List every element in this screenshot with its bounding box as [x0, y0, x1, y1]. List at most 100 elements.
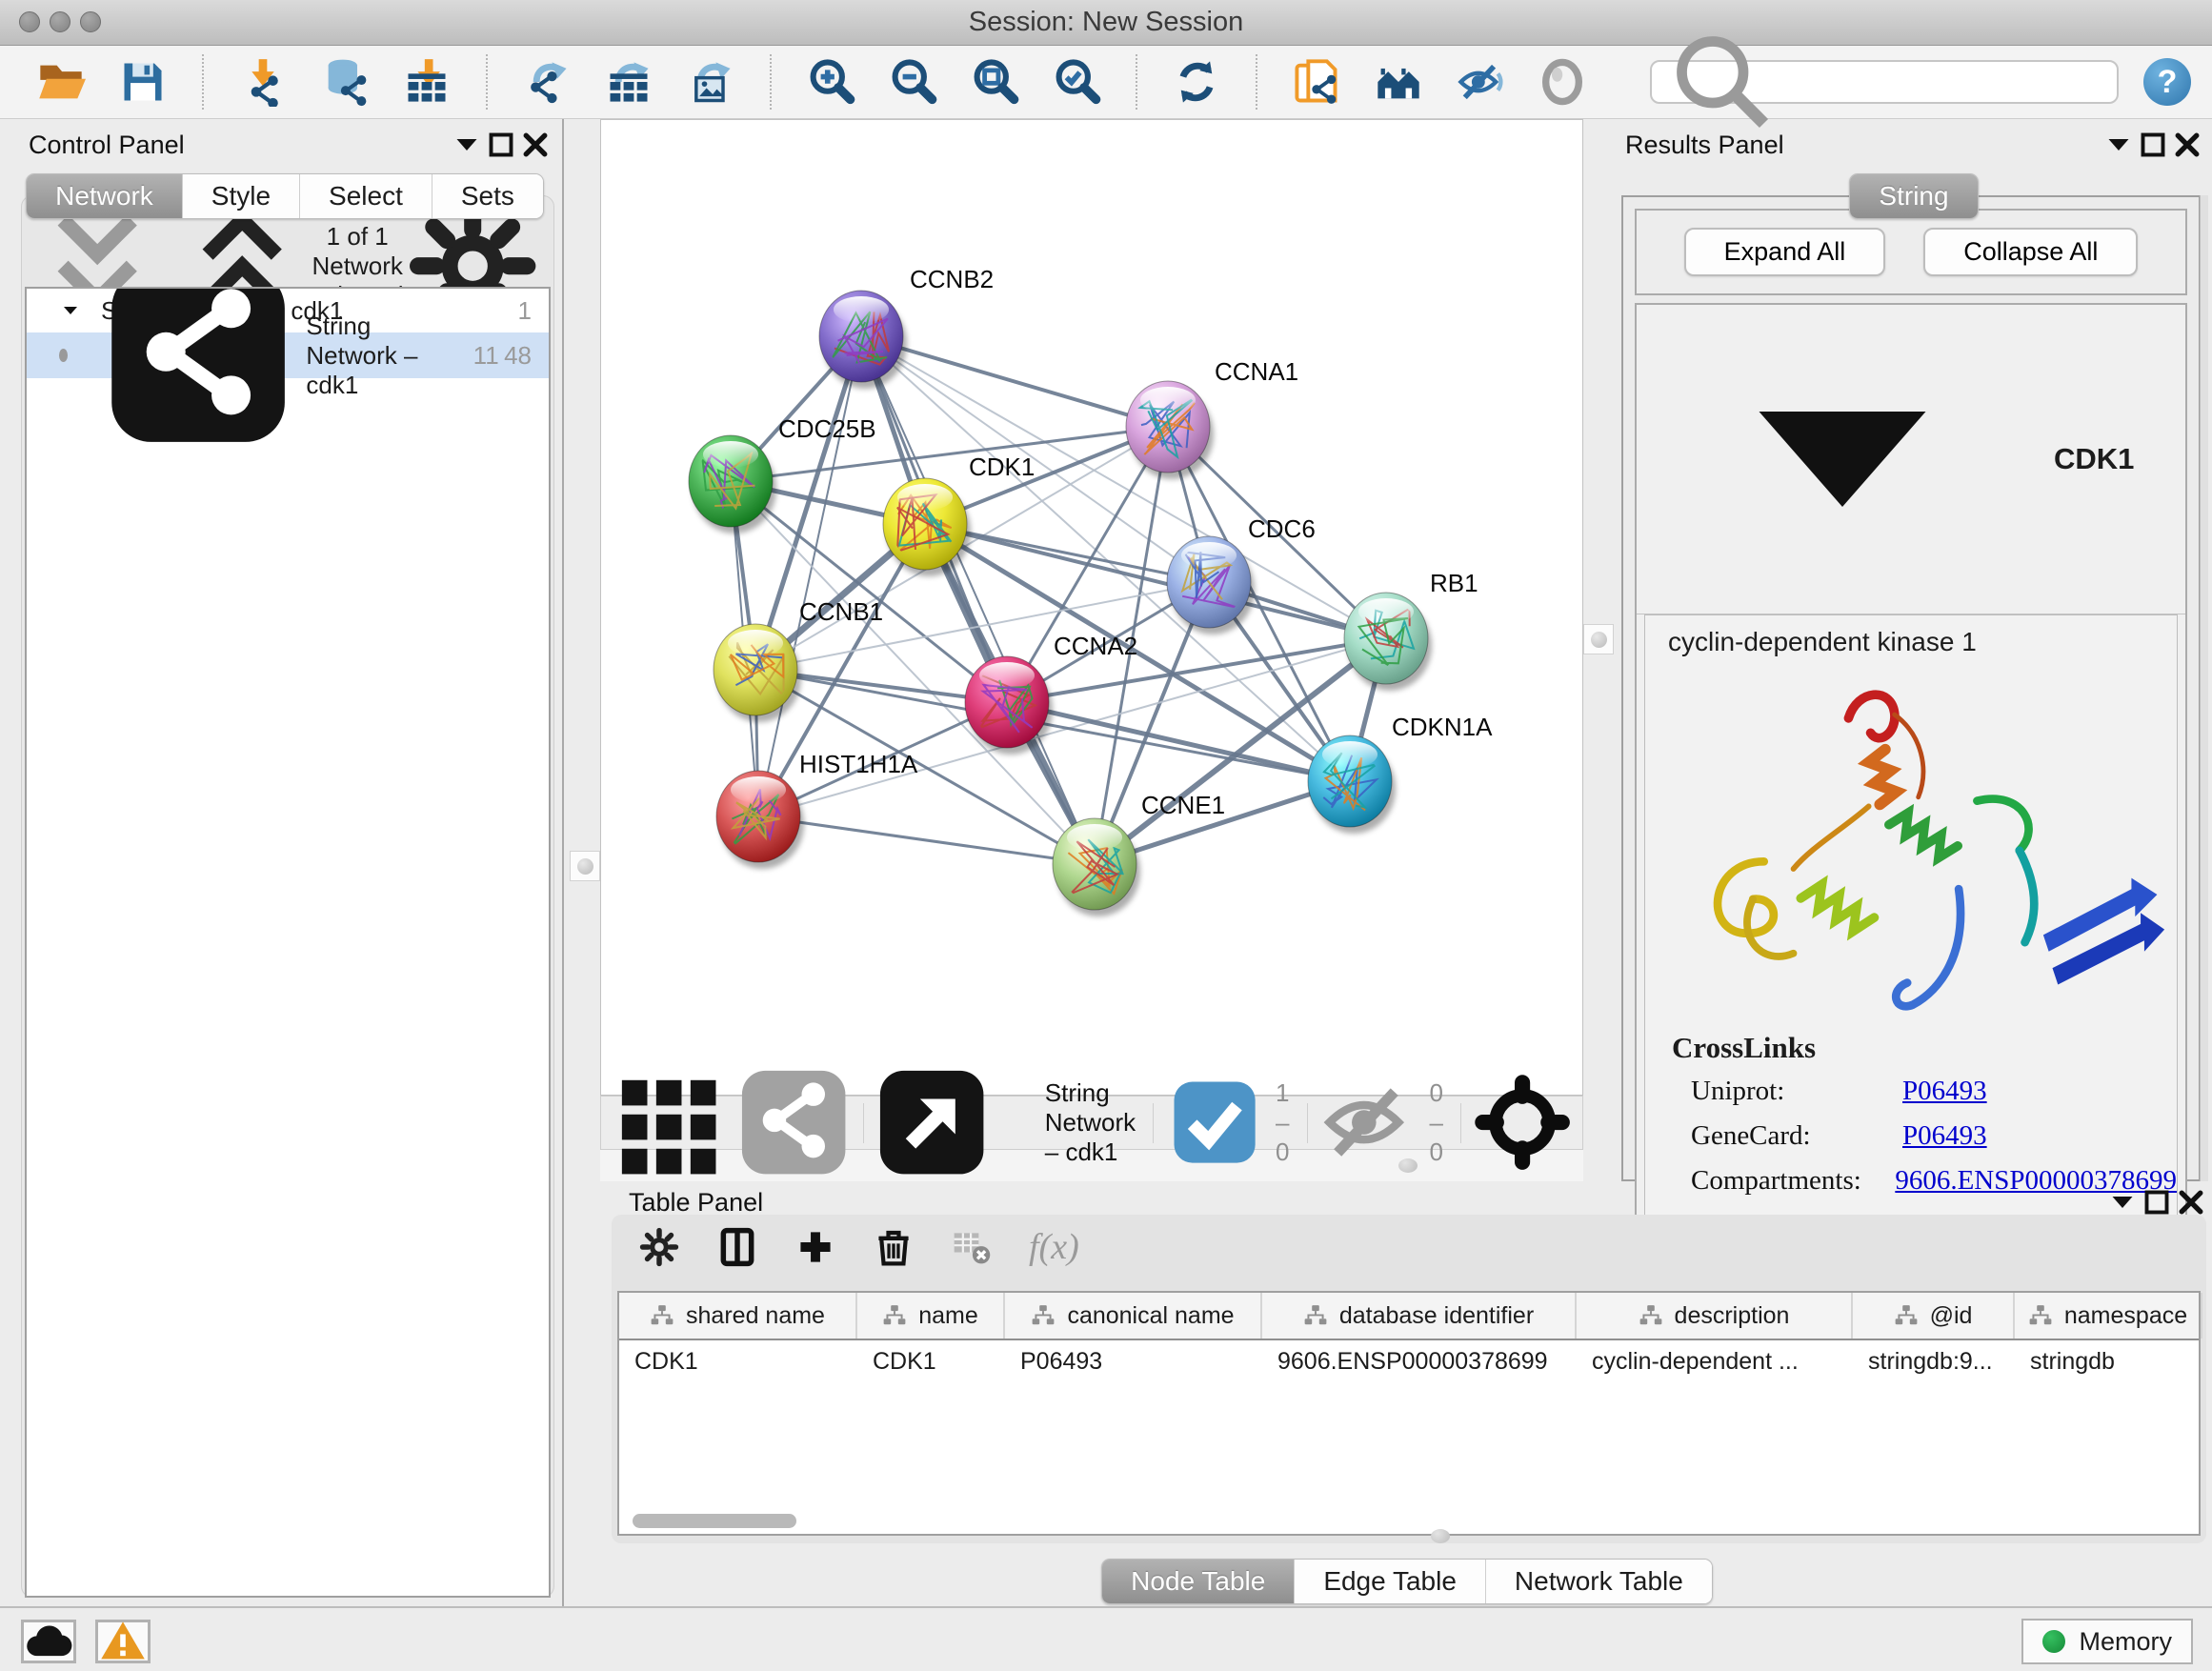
open-folder-icon[interactable]: [34, 55, 88, 109]
tab-string[interactable]: String: [1850, 174, 1977, 218]
network-row-selected[interactable]: String Network – cdk1 11 48: [27, 332, 549, 378]
network-node-CDC25B[interactable]: [689, 435, 776, 534]
table-hscrollbar[interactable]: [633, 1514, 796, 1528]
zoom-in-icon[interactable]: [804, 55, 857, 109]
network-edge[interactable]: [758, 816, 1095, 864]
table-cell[interactable]: cyclin-dependent ...: [1577, 1340, 1853, 1382]
zoom-out-icon[interactable]: [886, 55, 939, 109]
table-cell[interactable]: P06493: [1005, 1340, 1262, 1382]
export-image-icon[interactable]: [684, 55, 737, 109]
network-edge[interactable]: [758, 336, 861, 816]
import-network-icon[interactable]: [236, 55, 290, 109]
network-node-CCNB2[interactable]: [819, 291, 907, 389]
panel-close-icon[interactable]: [518, 128, 553, 162]
tab-network-table[interactable]: Network Table: [1486, 1560, 1712, 1603]
import-table-icon[interactable]: [400, 55, 453, 109]
import-database-icon[interactable]: [318, 55, 372, 109]
search-box[interactable]: [1650, 60, 2119, 104]
network-node-CCNE1[interactable]: [1053, 818, 1140, 916]
table-cell[interactable]: 9606.ENSP00000378699: [1262, 1340, 1577, 1382]
gear-icon[interactable]: [638, 1226, 680, 1268]
crosslink-row: Uniprot:P06493: [1645, 1069, 2177, 1114]
network-canvas[interactable]: CCNB2CCNA1CDC25BCDK1CDC6RB1CCNB1CCNA2CDK…: [600, 119, 1583, 1096]
export-network-icon[interactable]: [520, 55, 573, 109]
panel-float-icon[interactable]: [484, 128, 518, 162]
network-edge[interactable]: [1007, 702, 1350, 781]
network-edge[interactable]: [861, 336, 1095, 864]
cloud-button[interactable]: [21, 1620, 76, 1663]
gene-section-header[interactable]: CDK1: [1637, 305, 2185, 614]
table-splitter-handle[interactable]: [1431, 1529, 1450, 1543]
column-header-id[interactable]: @id: [1853, 1293, 2015, 1339]
warnings-button[interactable]: [95, 1620, 151, 1663]
hidden-eye-icon[interactable]: [1319, 1074, 1417, 1171]
tab-network[interactable]: Network: [27, 174, 183, 218]
network-node-RB1[interactable]: [1344, 593, 1432, 691]
panel-float-icon[interactable]: [2136, 128, 2170, 162]
help-button[interactable]: ?: [2143, 58, 2191, 106]
toolbar-right-group: ?: [1650, 58, 2191, 106]
right-splitter-handle[interactable]: [1583, 624, 1614, 654]
search-input[interactable]: [1784, 67, 2107, 98]
node-table: shared namenamecanonical namedatabase id…: [617, 1291, 2201, 1536]
network-node-CCNA2[interactable]: [965, 656, 1053, 755]
left-splitter[interactable]: [562, 119, 602, 1606]
zoom-fit-icon[interactable]: [968, 55, 1021, 109]
crosslink-label: GeneCard:: [1691, 1120, 1902, 1152]
main-toolbar: ?: [0, 46, 2212, 119]
string-home-icon[interactable]: [1372, 55, 1425, 109]
expand-all-button[interactable]: Expand All: [1684, 228, 1886, 276]
trash-icon[interactable]: [873, 1226, 915, 1268]
refresh-icon[interactable]: [1170, 55, 1223, 109]
panel-menu-icon[interactable]: [2101, 128, 2136, 162]
network-node-CCNA1[interactable]: [1126, 381, 1214, 479]
network-node-CDC6[interactable]: [1167, 536, 1255, 634]
column-header-database-identifier[interactable]: database identifier: [1262, 1293, 1577, 1339]
share-document-icon[interactable]: [1290, 55, 1343, 109]
panel-menu-icon[interactable]: [450, 128, 484, 162]
grey-eye-icon[interactable]: [1536, 55, 1589, 109]
network-node-CDK1[interactable]: [883, 478, 971, 576]
column-header-shared-name[interactable]: shared name: [619, 1293, 857, 1339]
tree-expander-icon[interactable]: [59, 299, 82, 322]
hide-glasses-icon[interactable]: [1454, 55, 1507, 109]
network-node-CDKN1A[interactable]: [1308, 735, 1396, 834]
tab-node-table[interactable]: Node Table: [1102, 1560, 1295, 1603]
column-header-description[interactable]: description: [1577, 1293, 1853, 1339]
crosslink-link[interactable]: P06493: [1902, 1120, 1987, 1152]
plus-icon[interactable]: [794, 1226, 836, 1268]
column-header-namespace[interactable]: namespace: [2015, 1293, 2202, 1339]
crosslink-link[interactable]: P06493: [1902, 1076, 1987, 1107]
tab-style[interactable]: Style: [183, 174, 300, 218]
panel-close-icon[interactable]: [2170, 128, 2204, 162]
export-table-icon[interactable]: [602, 55, 655, 109]
right-splitter[interactable]: [1583, 119, 1619, 1181]
results-scrollbar[interactable]: [2200, 195, 2208, 1181]
fit-selected-crosshair-icon[interactable]: [1474, 1074, 1571, 1171]
table-cell[interactable]: stringdb:9...: [1853, 1340, 2015, 1382]
birds-eye-grid-icon[interactable]: [613, 1066, 725, 1178]
detach-view-icon[interactable]: [875, 1066, 988, 1178]
network-node-HIST1H1A[interactable]: [716, 771, 804, 869]
table-cell[interactable]: CDK1: [857, 1340, 1005, 1382]
save-file-icon[interactable]: [116, 55, 170, 109]
collapse-all-button[interactable]: Collapse All: [1923, 228, 2138, 276]
selected-checkbox-icon[interactable]: [1166, 1074, 1263, 1171]
tab-select[interactable]: Select: [300, 174, 432, 218]
zoom-selected-icon[interactable]: [1050, 55, 1103, 109]
table-cell[interactable]: stringdb: [2015, 1340, 2202, 1382]
memory-button[interactable]: Memory: [2021, 1619, 2193, 1664]
network-edge[interactable]: [925, 524, 1386, 638]
columns-icon[interactable]: [716, 1226, 758, 1268]
column-header-canonical-name[interactable]: canonical name: [1005, 1293, 1262, 1339]
cytoscape-window: Session: New Session ? Control Panel Net…: [0, 0, 2212, 1671]
column-header-name[interactable]: name: [857, 1293, 1005, 1339]
network-edge[interactable]: [861, 336, 1168, 427]
tab-edge-table[interactable]: Edge Table: [1295, 1560, 1486, 1603]
section-expander-icon[interactable]: [1699, 316, 1985, 602]
tab-sets[interactable]: Sets: [432, 174, 543, 218]
status-bar: Memory: [0, 1606, 2212, 1671]
left-splitter-handle[interactable]: [570, 851, 600, 881]
table-cell[interactable]: CDK1: [619, 1340, 857, 1382]
table-row[interactable]: CDK1CDK1P064939606.ENSP00000378699cyclin…: [619, 1340, 2199, 1382]
